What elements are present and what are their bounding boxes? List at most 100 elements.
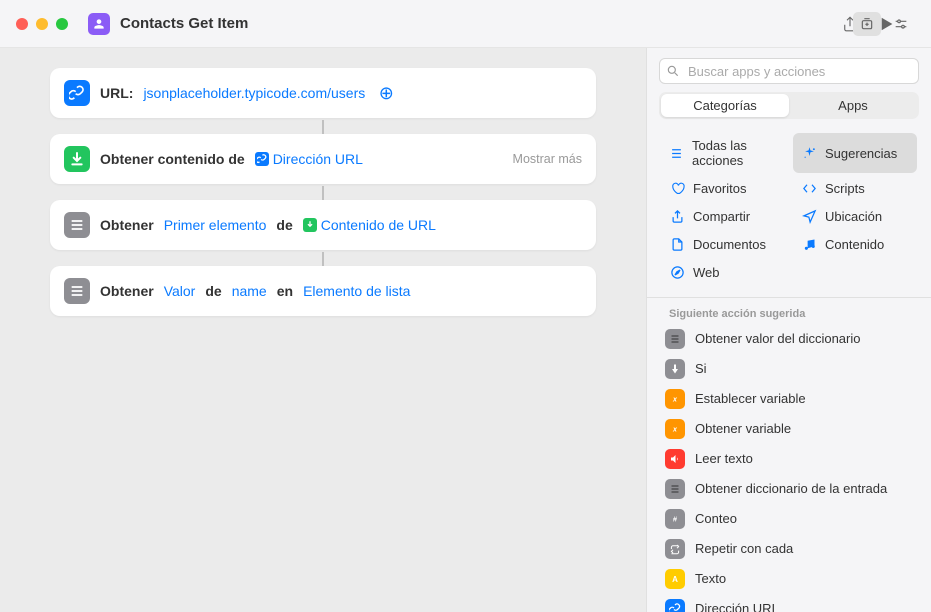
doc-icon [669, 236, 685, 252]
suggestion-label: Si [695, 361, 707, 376]
list-item-token[interactable]: Elemento de lista [303, 283, 410, 299]
contents-token[interactable]: Contenido de URL [303, 217, 436, 233]
download-icon [64, 146, 90, 172]
category-list: Todas las acciones Sugerencias Favoritos Sc… [647, 129, 931, 297]
sidebar: Categorías Apps Todas las acciones Sugere… [646, 48, 931, 612]
suggestion-item[interactable]: Repetir con cada [657, 534, 921, 564]
suggestion-label: Obtener variable [695, 421, 791, 436]
action-get-dictionary-value[interactable]: Obtener Valor de name en Elemento de lis… [50, 266, 596, 316]
window-controls [16, 18, 68, 30]
shortcut-icon [88, 13, 110, 35]
zoom-window-button[interactable] [56, 18, 68, 30]
share-icon [669, 208, 685, 224]
suggestion-label: Establecer variable [695, 391, 806, 406]
svg-text:A: A [672, 575, 678, 584]
hash-icon: # [665, 509, 685, 529]
category-label: Scripts [825, 181, 865, 196]
url-value[interactable]: jsonplaceholder.typicode.com/users [143, 85, 365, 101]
category-item[interactable]: Favoritos [661, 175, 785, 201]
category-item[interactable]: Sugerencias [793, 133, 917, 173]
workflow-editor: URL: jsonplaceholder.typicode.com/users … [0, 48, 646, 612]
suggestion-label: Obtener valor del diccionario [695, 331, 860, 346]
list-icon [64, 212, 90, 238]
action-get-item[interactable]: Obtener Primer elemento de Contenido de … [50, 200, 596, 250]
show-more-button[interactable]: Mostrar más [513, 152, 582, 166]
get-contents-label: Obtener contenido de [100, 151, 245, 167]
connector [322, 252, 324, 266]
get-dict-verb: Obtener [100, 283, 154, 299]
svg-text:#: # [673, 514, 678, 523]
category-item[interactable]: Ubicación [793, 203, 917, 229]
list-icon [665, 329, 685, 349]
suggestion-item[interactable]: Si [657, 354, 921, 384]
connector [322, 120, 324, 134]
category-item[interactable]: Compartir [661, 203, 785, 229]
category-label: Web [693, 265, 720, 280]
var-icon: x [665, 419, 685, 439]
var-icon: x [665, 389, 685, 409]
svg-text:x: x [672, 426, 678, 433]
url-label: URL: [100, 85, 133, 101]
category-label: Todas las acciones [692, 138, 777, 168]
branch-icon [665, 359, 685, 379]
close-window-button[interactable] [16, 18, 28, 30]
category-label: Sugerencias [825, 146, 897, 161]
action-url[interactable]: URL: jsonplaceholder.typicode.com/users … [50, 68, 596, 118]
suggestion-list: Obtener valor del diccionarioSixEstablec… [647, 324, 931, 612]
location-icon [801, 208, 817, 224]
category-label: Ubicación [825, 209, 882, 224]
url-token[interactable]: Dirección URL [255, 151, 363, 167]
category-label: Documentos [693, 237, 766, 252]
suggestion-label: Texto [695, 571, 726, 586]
list-icon [64, 278, 90, 304]
category-item[interactable]: Contenido [793, 231, 917, 257]
category-label: Contenido [825, 237, 884, 252]
tab-apps[interactable]: Apps [789, 94, 917, 117]
download-icon [303, 218, 317, 232]
connector [322, 186, 324, 200]
suggestion-item[interactable]: Obtener diccionario de la entrada [657, 474, 921, 504]
suggestion-label: Conteo [695, 511, 737, 526]
get-item-verb: Obtener [100, 217, 154, 233]
in-label: en [277, 283, 293, 299]
category-label: Favoritos [693, 181, 746, 196]
action-get-contents[interactable]: Obtener contenido de Dirección URL Mostr… [50, 134, 596, 184]
category-item[interactable]: Todas las acciones [661, 133, 785, 173]
music-icon [801, 236, 817, 252]
suggestions-header: Siguiente acción sugerida [647, 298, 931, 324]
sparkle-icon [801, 145, 817, 161]
selector-token[interactable]: Primer elemento [164, 217, 267, 233]
suggestion-item[interactable]: A Texto [657, 564, 921, 594]
suggestion-label: Dirección URL [695, 601, 779, 612]
list-icon [669, 145, 684, 161]
safari-icon [669, 264, 685, 280]
search-field[interactable] [659, 58, 919, 84]
script-icon [801, 180, 817, 196]
suggestion-item[interactable]: Obtener valor del diccionario [657, 324, 921, 354]
category-item[interactable]: Scripts [793, 175, 917, 201]
suggestion-item[interactable]: # Conteo [657, 504, 921, 534]
suggestion-label: Repetir con cada [695, 541, 793, 556]
category-label: Compartir [693, 209, 750, 224]
value-token[interactable]: Valor [164, 283, 196, 299]
search-input[interactable] [659, 58, 919, 84]
library-toggle-button[interactable] [853, 12, 881, 36]
minimize-window-button[interactable] [36, 18, 48, 30]
suggestion-item[interactable]: Dirección URL [657, 594, 921, 612]
titlebar: Contacts Get Item [0, 0, 931, 48]
link-icon [64, 80, 90, 106]
suggestion-item[interactable]: x Obtener variable [657, 414, 921, 444]
category-item[interactable]: Documentos [661, 231, 785, 257]
settings-toggle-button[interactable] [887, 12, 915, 36]
link-icon [255, 152, 269, 166]
tab-categories[interactable]: Categorías [661, 94, 789, 117]
suggestion-label: Obtener diccionario de la entrada [695, 481, 887, 496]
key-token[interactable]: name [232, 283, 267, 299]
category-item[interactable]: Web [661, 259, 785, 285]
suggestion-item[interactable]: x Establecer variable [657, 384, 921, 414]
suggestion-label: Leer texto [695, 451, 753, 466]
repeat-icon [665, 539, 685, 559]
suggestion-item[interactable]: Leer texto [657, 444, 921, 474]
add-url-button[interactable]: ⊕ [375, 82, 397, 104]
heart-icon [669, 180, 685, 196]
